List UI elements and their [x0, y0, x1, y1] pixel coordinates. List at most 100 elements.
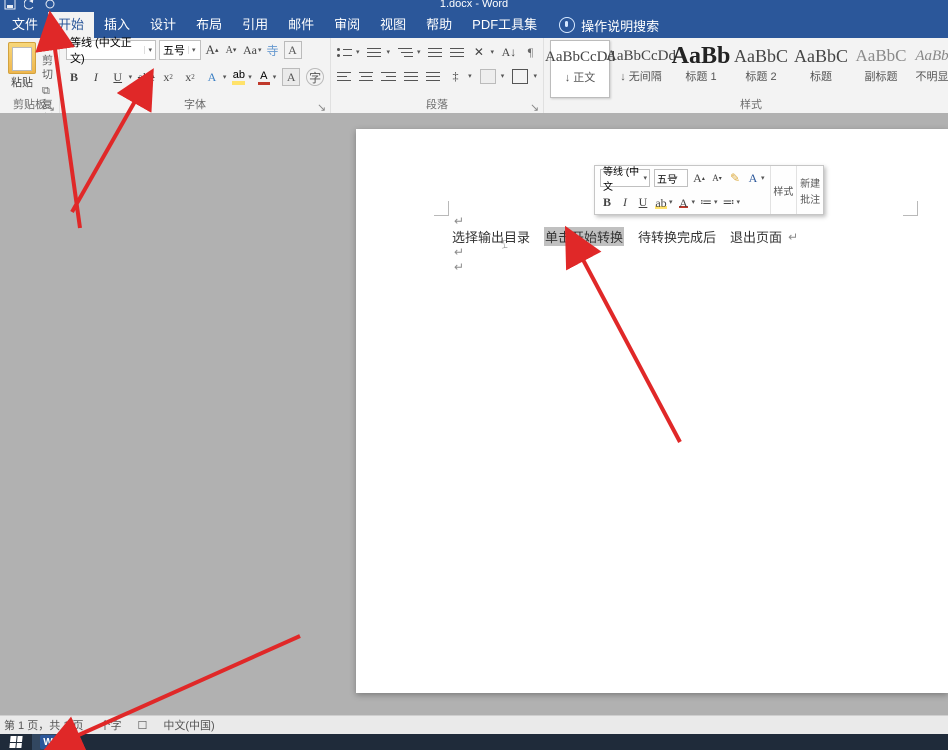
paragraph-launcher-icon[interactable]: ↘: [530, 101, 540, 111]
align-right-icon[interactable]: [381, 70, 395, 83]
bullets-icon[interactable]: [337, 46, 351, 59]
change-case-icon[interactable]: Aa: [242, 42, 258, 58]
chevron-down-icon: ▾: [144, 46, 152, 54]
superscript-button[interactable]: x2: [182, 69, 198, 85]
font-launcher-icon[interactable]: ↘: [317, 101, 327, 111]
font-color-icon[interactable]: A: [258, 70, 270, 85]
style-heading2[interactable]: AaBbC 标题 2: [732, 40, 790, 96]
text-segment-3[interactable]: 待转换完成后: [638, 227, 716, 246]
mini-new-comment-button[interactable]: 新建 批注: [796, 166, 823, 214]
shrink-font-icon[interactable]: A▾: [223, 42, 239, 58]
status-page[interactable]: 第 1 页，共 1 页: [4, 717, 83, 733]
mini-numbering-icon[interactable]: ≕: [722, 195, 736, 209]
mini-underline-button[interactable]: U: [636, 195, 650, 209]
style-title[interactable]: AaBbC 标题: [792, 40, 850, 96]
phonetic-guide-icon[interactable]: 寺: [265, 42, 281, 58]
increase-indent-icon[interactable]: [450, 46, 464, 59]
tab-layout[interactable]: 布局: [186, 12, 232, 38]
style-subtle[interactable]: AaBb 不明显: [912, 40, 948, 96]
align-center-icon[interactable]: [359, 70, 373, 83]
start-button[interactable]: [0, 734, 32, 750]
tab-file[interactable]: 文件: [2, 12, 48, 38]
taskbar-word[interactable]: W: [32, 734, 64, 750]
chevron-down-icon: ▾: [188, 46, 196, 54]
mini-bold-button[interactable]: B: [600, 195, 614, 209]
group-label-font: 字体: [60, 98, 330, 112]
font-size-combo[interactable]: 五号▾: [159, 40, 201, 60]
borders-icon[interactable]: [512, 69, 528, 84]
tab-mailings[interactable]: 邮件: [278, 12, 324, 38]
lightbulb-icon: [559, 17, 575, 33]
line-spacing-icon[interactable]: ‡: [448, 68, 463, 84]
mini-styles-icon[interactable]: A: [746, 171, 760, 185]
tab-pdf-tools[interactable]: PDF工具集: [462, 12, 547, 38]
mini-font-size[interactable]: 五号▾: [654, 169, 688, 187]
text-segment-2-selected[interactable]: 单击开始转换: [544, 227, 624, 246]
char-shading-icon[interactable]: A: [282, 68, 300, 86]
ribbon-tabs: 文件 开始 插入 设计 布局 引用 邮件 审阅 视图 帮助 PDF工具集 操作说…: [0, 12, 948, 38]
status-language[interactable]: 中文(中国): [163, 717, 214, 733]
tell-me-search[interactable]: 操作说明搜索: [547, 16, 659, 35]
cut-button[interactable]: ✂剪切: [42, 40, 53, 82]
windows-logo-icon: [9, 736, 22, 748]
text-segment-1[interactable]: 选择输出目录: [452, 227, 530, 246]
tab-review[interactable]: 审阅: [324, 12, 370, 38]
highlight-color-icon[interactable]: ab: [232, 69, 245, 85]
char-border-icon[interactable]: A: [284, 41, 302, 59]
tab-design[interactable]: 设计: [140, 12, 186, 38]
align-left-icon[interactable]: [337, 70, 351, 83]
mini-format-painter-icon[interactable]: ✎: [728, 171, 742, 185]
underline-button[interactable]: U: [110, 69, 126, 85]
numbering-icon[interactable]: [367, 46, 381, 59]
mini-shrink-font-icon[interactable]: A▾: [710, 171, 724, 185]
title-bar: 1.docx - Word: [0, 0, 948, 12]
status-spellcheck-icon[interactable]: ☐: [137, 719, 147, 732]
mini-toolbar: 等线 (中文▾ 五号▾ A▴ A▾ ✎ A▾ B I U ab▾ A▾ ≔▾: [594, 165, 824, 215]
mini-styles-button[interactable]: 样式: [770, 166, 797, 214]
style-normal[interactable]: AaBbCcDd ↓ 正文: [550, 40, 610, 98]
italic-button[interactable]: I: [88, 69, 104, 85]
group-paragraph: ▾ ▾ ▾ ✕▾ A↓ ¶ ‡▾ ▾ ▾ 段落 ↘: [331, 38, 544, 113]
paste-label: 粘贴: [11, 74, 33, 90]
bold-button[interactable]: B: [66, 69, 82, 85]
strikethrough-button[interactable]: abc: [138, 69, 154, 85]
decrease-indent-icon[interactable]: [428, 46, 442, 59]
mini-font-name[interactable]: 等线 (中文▾: [600, 169, 650, 187]
grow-font-icon[interactable]: A▴: [204, 42, 220, 58]
document-area: 等线 (中文▾ 五号▾ A▴ A▾ ✎ A▾ B I U ab▾ A▾ ≔▾: [0, 113, 948, 716]
enclose-char-icon[interactable]: 字: [306, 68, 324, 86]
task-bar: W: [0, 734, 948, 750]
style-no-spacing[interactable]: AaBbCcDd ↓ 无间隔: [612, 40, 670, 96]
font-name-combo[interactable]: 等线 (中文正文)▾: [66, 40, 156, 60]
paste-button[interactable]: 粘贴: [6, 40, 38, 90]
page[interactable]: 等线 (中文▾ 五号▾ A▴ A▾ ✎ A▾ B I U ab▾ A▾ ≔▾: [356, 129, 948, 693]
clipboard-launcher-icon[interactable]: ↘: [46, 101, 56, 111]
shading-icon[interactable]: [480, 69, 496, 84]
tell-me-label: 操作说明搜索: [581, 16, 659, 35]
mini-grow-font-icon[interactable]: A▴: [692, 171, 706, 185]
multilevel-list-icon[interactable]: [398, 46, 412, 59]
distributed-icon[interactable]: [426, 70, 440, 83]
justify-icon[interactable]: [404, 70, 418, 83]
line-return-mark: ↵: [788, 230, 798, 244]
group-label-paragraph: 段落: [331, 98, 543, 112]
tab-references[interactable]: 引用: [232, 12, 278, 38]
paste-icon: [8, 42, 36, 74]
style-subtitle[interactable]: AaBbC 副标题: [852, 40, 910, 96]
text-segment-4[interactable]: 退出页面: [730, 227, 782, 246]
asian-layout-icon[interactable]: ✕: [472, 44, 485, 60]
show-hide-icon[interactable]: ¶: [524, 44, 537, 60]
margin-mark-tr: [903, 201, 918, 216]
sort-icon[interactable]: A↓: [502, 44, 516, 60]
mini-font-color-icon[interactable]: A: [677, 195, 691, 209]
mini-bullets-icon[interactable]: ≔: [699, 195, 713, 209]
tab-view[interactable]: 视图: [370, 12, 416, 38]
tab-help[interactable]: 帮助: [416, 12, 462, 38]
mini-italic-button[interactable]: I: [618, 195, 632, 209]
status-word-count[interactable]: 个字: [99, 717, 121, 733]
style-heading1[interactable]: AaBb 标题 1: [672, 40, 730, 96]
text-effects-icon[interactable]: A: [204, 69, 220, 85]
subscript-button[interactable]: x2: [160, 69, 176, 85]
mini-highlight-icon[interactable]: ab: [654, 195, 668, 209]
style-gallery[interactable]: AaBbCcDd ↓ 正文 AaBbCcDd ↓ 无间隔 AaBb 标题 1 A…: [550, 40, 948, 98]
